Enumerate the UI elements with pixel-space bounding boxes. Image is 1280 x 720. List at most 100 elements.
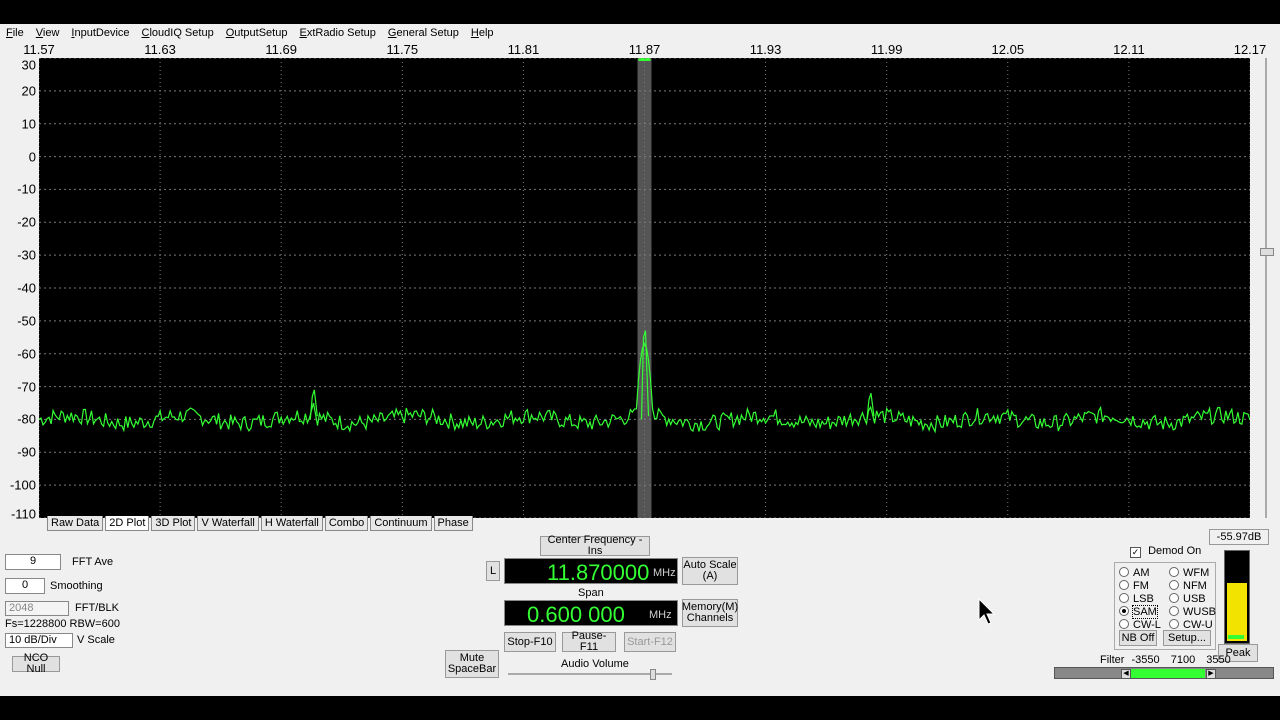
menu-item-help[interactable]: Help [465,27,500,39]
filter-high: 3550 [1206,654,1231,666]
y-tick-label: -70 [17,379,36,395]
fft-ave-label: FFT Ave [72,556,114,568]
spectrum-svg [38,56,1251,519]
x-tick-label: 11.75 [386,42,419,57]
nb-off-button[interactable]: NB Off [1119,630,1157,646]
checkbox-check-icon: ✓ [1130,547,1141,558]
demod-on-label: Demod On [1148,545,1202,557]
auto-scale-button[interactable]: Auto Scale (A) [682,557,738,585]
radio-fm[interactable]: FM [1119,580,1149,592]
vscale-select[interactable]: 10 dB/Div [5,633,73,648]
radio-dot-icon [1119,593,1129,603]
radio-lsb[interactable]: LSB [1119,593,1154,605]
filter-readout: Filter -3550 7100 3550 [1100,654,1231,666]
span-value: 0.600 000 [527,602,625,627]
auto-scale-line2: (A) [702,570,718,582]
filter-low: -3550 [1131,654,1160,666]
tab-h-waterfall[interactable]: H Waterfall [260,516,323,531]
radio-wusb[interactable]: WUSB [1169,606,1216,618]
radio-dot-icon [1119,619,1129,629]
meter-green-bar [1228,635,1244,639]
tab-3d-plot[interactable]: 3D Plot [151,516,196,531]
radio-dot-icon [1169,619,1179,629]
x-axis-labels: 11.57 11.63 11.69 11.75 11.81 11.87 11.93 11.99… [0,42,1280,58]
smoothing-spinner[interactable]: 0 [5,578,45,594]
meter-fill [1227,583,1247,641]
radio-am[interactable]: AM [1119,567,1150,579]
spectrum-plot[interactable] [38,56,1251,519]
filter-slider[interactable]: ◀ ▶ [1054,667,1274,679]
radio-usb[interactable]: USB [1169,593,1206,605]
y-tick-label: -110 [10,506,36,522]
demod-on-checkbox[interactable]: ✓ Demod On [1130,545,1201,558]
radio-dot-icon [1119,567,1129,577]
setup-button[interactable]: Setup... [1163,630,1211,646]
menu-item-file[interactable]: File [0,27,30,39]
y-tick-label: -60 [17,346,36,362]
menu-item-cloudiq-setup[interactable]: CloudIQ Setup [136,27,220,39]
menu-item-outputsetup[interactable]: OutputSetup [220,27,294,39]
menu-bar: File View InputDevice CloudIQ Setup OutputSe… [0,24,1280,42]
radio-label: SAM [1132,605,1158,619]
x-tick-label: 11.57 [23,42,55,57]
span-display[interactable]: 0.600 000 MHz [504,600,678,627]
radio-wfm[interactable]: WFM [1169,567,1209,579]
y-tick-label: 10 [21,116,36,132]
volume-thumb[interactable] [650,669,656,680]
slider-track [1265,58,1267,518]
tab-2d-plot[interactable]: 2D Plot [105,516,150,531]
memory-channels-button[interactable]: Memory(M) Channels [682,599,738,627]
tab-combo[interactable]: Combo [324,516,369,531]
radio-label: FM [1133,580,1149,592]
y-tick-label: -80 [17,411,36,427]
x-tick-label: 11.69 [265,42,297,57]
l-button[interactable]: L [486,561,500,581]
y-tick-label: 20 [21,83,36,99]
x-tick-label: 12.05 [991,42,1025,57]
filter-left-handle[interactable]: ◀ [1121,669,1131,679]
menu-item-inputdevice[interactable]: InputDevice [65,27,135,39]
radio-label: WUSB [1183,606,1216,618]
center-frequency-button[interactable]: Center Frequency - Ins [540,535,650,557]
filter-right-handle[interactable]: ▶ [1206,669,1216,679]
fft-blk-select[interactable]: 2048 [5,601,69,616]
tab-v-waterfall[interactable]: V Waterfall [197,516,259,531]
y-tick-label: -10 [17,181,36,197]
y-tick-label: -20 [17,214,36,230]
pause-button[interactable]: Pause-F11 [562,631,616,653]
frequency-unit: MHz [653,567,676,579]
app-window: File View InputDevice CloudIQ Setup OutputSe… [0,24,1280,696]
fft-ave-spinner[interactable]: 9 [5,554,61,570]
filter-passband[interactable] [1131,669,1205,678]
tab-phase[interactable]: Phase [433,516,473,531]
tab-raw-data[interactable]: Raw Data [47,516,104,531]
x-tick-label: 11.99 [870,42,903,57]
fs-rbw-readout: Fs=1228800 RBW=600 [5,618,120,630]
menu-item-view[interactable]: View [30,27,66,39]
menu-item-general-setup[interactable]: General Setup [382,27,465,39]
radio-dot-icon [1169,593,1179,603]
memory-line2: Channels [686,612,734,624]
mute-button[interactable]: Mute SpaceBar [445,650,499,678]
menu-item-extradio-setup[interactable]: ExtRadio Setup [293,27,381,39]
x-tick-label: 11.63 [144,42,176,57]
x-tick-label: 11.93 [749,42,782,57]
y-tick-label: -40 [17,280,36,296]
stop-button[interactable]: Stop-F10 [504,632,556,652]
db-readout: -55.97dB [1209,529,1269,545]
vertical-scale-slider[interactable] [1258,58,1274,518]
audio-volume-slider[interactable] [508,669,672,680]
radio-sam[interactable]: SAM [1119,605,1158,619]
nco-null-button[interactable]: NCO Null [12,653,60,675]
y-tick-label: 30 [21,57,36,73]
smoothing-label: Smoothing [50,580,103,592]
start-button[interactable]: Start-F12 [624,632,676,652]
tab-continuum[interactable]: Continuum [370,516,432,531]
slider-thumb[interactable] [1260,248,1274,256]
radio-nfm[interactable]: NFM [1169,580,1207,592]
radio-dot-icon [1169,567,1179,577]
span-label: Span [578,587,604,599]
filter-width: 7100 [1170,654,1196,666]
span-unit: MHz [649,609,672,621]
frequency-display[interactable]: 11.870000 MHz [504,558,678,585]
